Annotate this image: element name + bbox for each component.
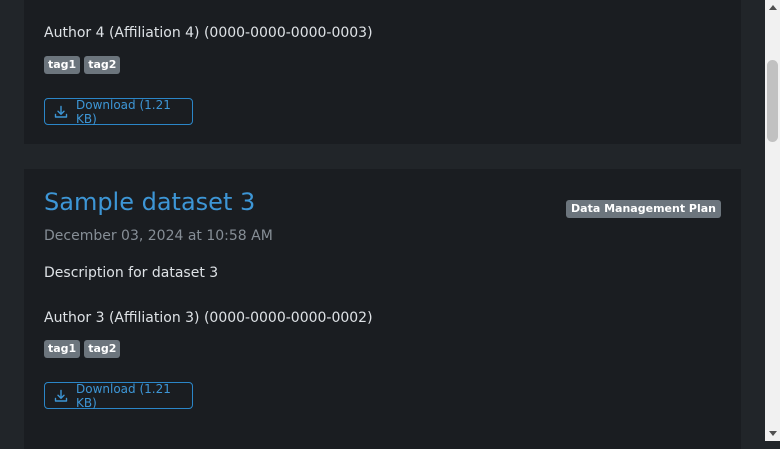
download-icon bbox=[54, 105, 68, 119]
download-button[interactable]: Download (1.21 KB) bbox=[44, 381, 193, 410]
dataset-description: Description for dataset 3 bbox=[44, 265, 219, 281]
vertical-scrollbar[interactable] bbox=[765, 0, 780, 441]
tag-badge[interactable]: tag2 bbox=[84, 340, 121, 358]
dataset-date: December 03, 2024 at 10:58 AM bbox=[44, 228, 273, 244]
dataset-title-link[interactable]: Sample dataset 3 bbox=[44, 188, 255, 216]
tag-badge[interactable]: tag1 bbox=[44, 340, 81, 358]
dataset-list: Author 4 (Affiliation 4) (0000-0000-0000… bbox=[24, 0, 741, 449]
arrow-down-icon[interactable] bbox=[765, 426, 780, 441]
download-label: Download (1.21 KB) bbox=[76, 97, 171, 126]
dataset-authors: Author 4 (Affiliation 4) (0000-0000-0000… bbox=[44, 25, 373, 41]
dataset-authors: Author 3 (Affiliation 3) (0000-0000-0000… bbox=[44, 310, 373, 326]
download-label: Download (1.21 KB) bbox=[76, 381, 171, 410]
dataset-type-badge: Data Management Plan bbox=[566, 200, 721, 218]
scrollbar-thumb[interactable] bbox=[767, 60, 778, 142]
tag-list: tag1 tag2 bbox=[44, 340, 121, 358]
arrow-up-icon[interactable] bbox=[765, 0, 780, 15]
dataset-card: Author 4 (Affiliation 4) (0000-0000-0000… bbox=[24, 0, 741, 144]
download-button[interactable]: Download (1.21 KB) bbox=[44, 97, 193, 126]
dataset-card bbox=[24, 429, 741, 449]
download-icon bbox=[54, 389, 68, 403]
tag-badge[interactable]: tag1 bbox=[44, 56, 81, 74]
dataset-card: Sample dataset 3 Data Management Plan De… bbox=[24, 169, 741, 431]
tag-badge[interactable]: tag2 bbox=[84, 56, 121, 74]
tag-list: tag1 tag2 bbox=[44, 56, 121, 74]
